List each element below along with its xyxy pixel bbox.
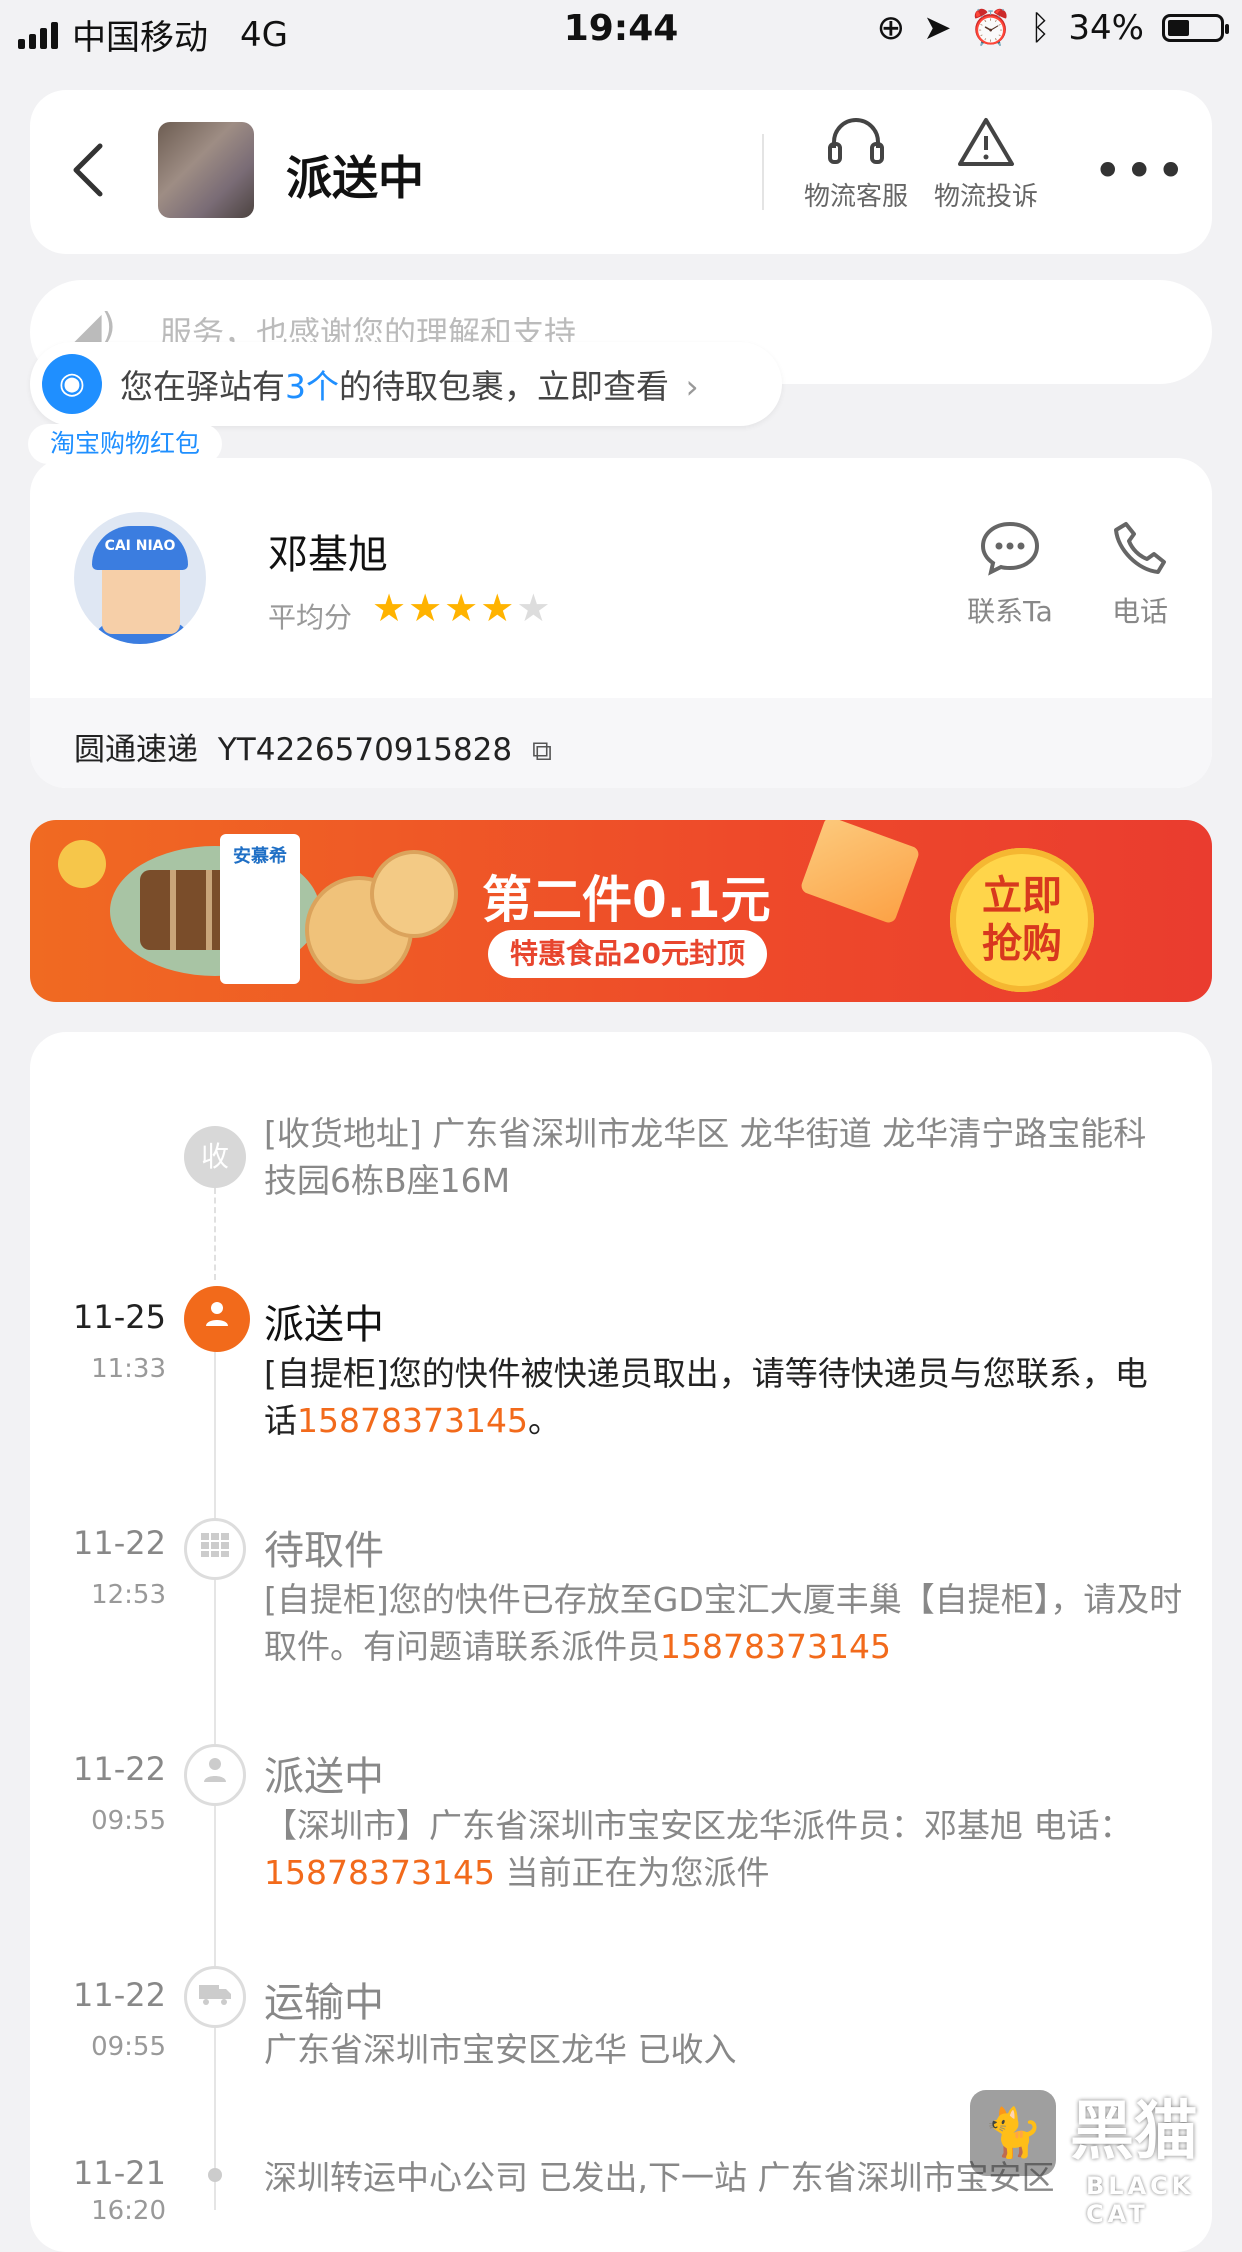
score-label: 平均分	[268, 601, 353, 634]
event-status: 派送中	[264, 1302, 384, 1348]
promo-banner[interactable]: 安慕希 第二件0.1元 特惠食品20元封顶 立即 抢购	[30, 820, 1212, 1002]
event-status: 派送中	[264, 1754, 384, 1800]
status-bar-right: ⊕ ➤ ⏰ ᛒ 34%	[876, 8, 1229, 48]
watermark: 🐈 黑猫 BLACK CAT	[960, 2080, 1240, 2228]
event-date: 11-22	[73, 1750, 166, 1788]
cookie-image	[370, 850, 458, 938]
pickup-station-banner[interactable]: ◉ 您在驿站有3个的待取包裹，立即查看 ›	[30, 342, 782, 426]
product-thumbnail[interactable]	[158, 122, 254, 218]
event-desc-suffix: 当前正在为您派件	[494, 1853, 770, 1892]
logistics-service-button[interactable]: 物流客服	[796, 114, 916, 213]
contact-label: 联系Ta	[967, 595, 1053, 628]
locker-icon	[184, 1518, 246, 1580]
timeline-dashed-line	[214, 1188, 216, 1280]
event-date: 11-25	[73, 1298, 166, 1336]
avatar-cap-text: CAI NIAO	[92, 526, 188, 570]
call-courier-button[interactable]: 电话	[1090, 520, 1190, 630]
watermark-subtitle: BLACK CAT	[1086, 2172, 1195, 2228]
star-icon: ★	[372, 586, 409, 630]
back-button[interactable]	[70, 140, 106, 215]
event-time: 09:55	[91, 1806, 166, 1836]
battery-icon	[1162, 14, 1229, 42]
courier-card: CAI NIAO 邓基旭 平均分 ★★★★★ 联系Ta 电话 圆通速递 YT42…	[30, 458, 1212, 788]
event-date: 11-21	[73, 2154, 166, 2192]
event-time: 16:20	[91, 2196, 166, 2226]
speaker-icon: ◢)	[74, 306, 116, 347]
contact-courier-button[interactable]: 联系Ta	[950, 520, 1070, 630]
event-desc-suffix: 。	[527, 1401, 561, 1440]
phone-link[interactable]: 15878373145	[660, 1627, 891, 1666]
milk-brand: 安慕希	[233, 846, 287, 867]
cat-logo-icon: 🐈	[970, 2090, 1056, 2176]
logistics-complaint-label: 物流投诉	[933, 182, 1038, 212]
star-empty-icon: ★	[516, 586, 553, 630]
copy-icon[interactable]: ⧉	[532, 734, 552, 767]
rating-stars: ★★★★★	[372, 586, 552, 630]
event-description: [自提柜]您的快件已存放至GD宝汇大厦丰巢【自提柜】，请及时取件。有问题请联系派…	[264, 1576, 1184, 1670]
pickup-suffix: 的待取包裹，立即查看	[339, 367, 669, 406]
more-options-icon[interactable]: •••	[1093, 142, 1187, 200]
tracking-info[interactable]: 圆通速递 YT4226570915828 ⧉	[74, 724, 552, 769]
event-time: 09:55	[91, 2032, 166, 2062]
battery-percent: 34%	[1068, 8, 1144, 48]
milk-carton-image: 安慕希	[220, 834, 300, 984]
logistics-complaint-button[interactable]: 物流投诉	[926, 114, 1046, 213]
event-description: 【深圳市】广东省深圳市宝安区龙华派件员：邓基旭 电话： 15878373145 …	[264, 1802, 1164, 1896]
location-icon: ➤	[923, 8, 952, 48]
phone-link[interactable]: 15878373145	[264, 1853, 495, 1892]
truck-icon	[184, 1966, 246, 2028]
person-icon	[184, 1286, 250, 1352]
headset-icon	[796, 114, 916, 176]
bluetooth-icon: ᛒ	[1030, 8, 1051, 48]
event-status: 待取件	[264, 1528, 384, 1574]
courier-name: 邓基旭	[268, 532, 388, 578]
page-title: 派送中	[286, 151, 424, 205]
timeline-dot	[208, 2168, 222, 2182]
banner-subtitle: 特惠食品20元封顶	[488, 930, 767, 978]
star-icon: ★	[444, 586, 481, 630]
pickup-text: 您在驿站有3个的待取包裹，立即查看 ›	[120, 360, 699, 408]
event-status: 运输中	[264, 1980, 384, 2026]
gem-decoration	[799, 820, 921, 925]
phone-icon	[1090, 520, 1190, 590]
courier-company: 圆通速递	[74, 732, 198, 768]
address-node: 收	[184, 1126, 246, 1188]
header-divider	[762, 134, 764, 210]
event-date: 11-22	[73, 1976, 166, 2014]
phone-label: 电话	[1111, 595, 1168, 628]
event-date: 11-22	[73, 1524, 166, 1562]
chevron-left-icon	[73, 143, 103, 197]
status-bar: 中国移动 4G 19:44 ⊕ ➤ ⏰ ᛒ 34%	[0, 0, 1242, 62]
delivery-address: [收货地址] 广东省深圳市龙华区 龙华街道 龙华清宁路宝能科技园6栋B座16M	[264, 1114, 1147, 1200]
star-icon: ★	[480, 586, 517, 630]
star-icon: ★	[408, 586, 445, 630]
header-card: 派送中 物流客服 物流投诉 •••	[30, 90, 1212, 254]
coin-decoration	[58, 840, 106, 888]
warning-icon	[926, 114, 1046, 176]
alarm-icon: ⏰	[969, 8, 1013, 48]
chat-bubble-icon	[950, 520, 1070, 590]
buy-now-line2: 抢购	[982, 921, 1062, 967]
watermark-title: 黑猫	[1070, 2095, 1198, 2169]
tracking-number: YT4226570915828	[217, 732, 513, 768]
event-desc-text: 【深圳市】广东省深圳市宝安区龙华派件员：邓基旭 电话：	[264, 1806, 1133, 1845]
person-icon	[184, 1744, 246, 1806]
phone-link[interactable]: 15878373145	[297, 1401, 528, 1440]
logistics-service-label: 物流客服	[803, 182, 908, 212]
buy-now-line1: 立即	[982, 873, 1062, 919]
pickup-prefix: 您在驿站有	[120, 367, 285, 406]
banner-title: 第二件0.1元	[482, 871, 771, 929]
event-time: 11:33	[91, 1354, 166, 1384]
pickup-count: 3个	[285, 367, 339, 406]
event-description: [自提柜]您的快件被快递员取出，请等待快递员与您联系，电话15878373145…	[264, 1350, 1164, 1444]
rotation-lock-icon: ⊕	[876, 8, 906, 48]
event-time: 12:53	[91, 1580, 166, 1610]
chevron-right-icon: ›	[685, 367, 699, 406]
event-description: 广东省深圳市宝安区龙华 已收入	[264, 2030, 737, 2069]
courier-avatar: CAI NIAO	[74, 512, 206, 644]
buy-now-button[interactable]: 立即 抢购	[950, 848, 1094, 992]
station-icon: ◉	[42, 354, 102, 414]
